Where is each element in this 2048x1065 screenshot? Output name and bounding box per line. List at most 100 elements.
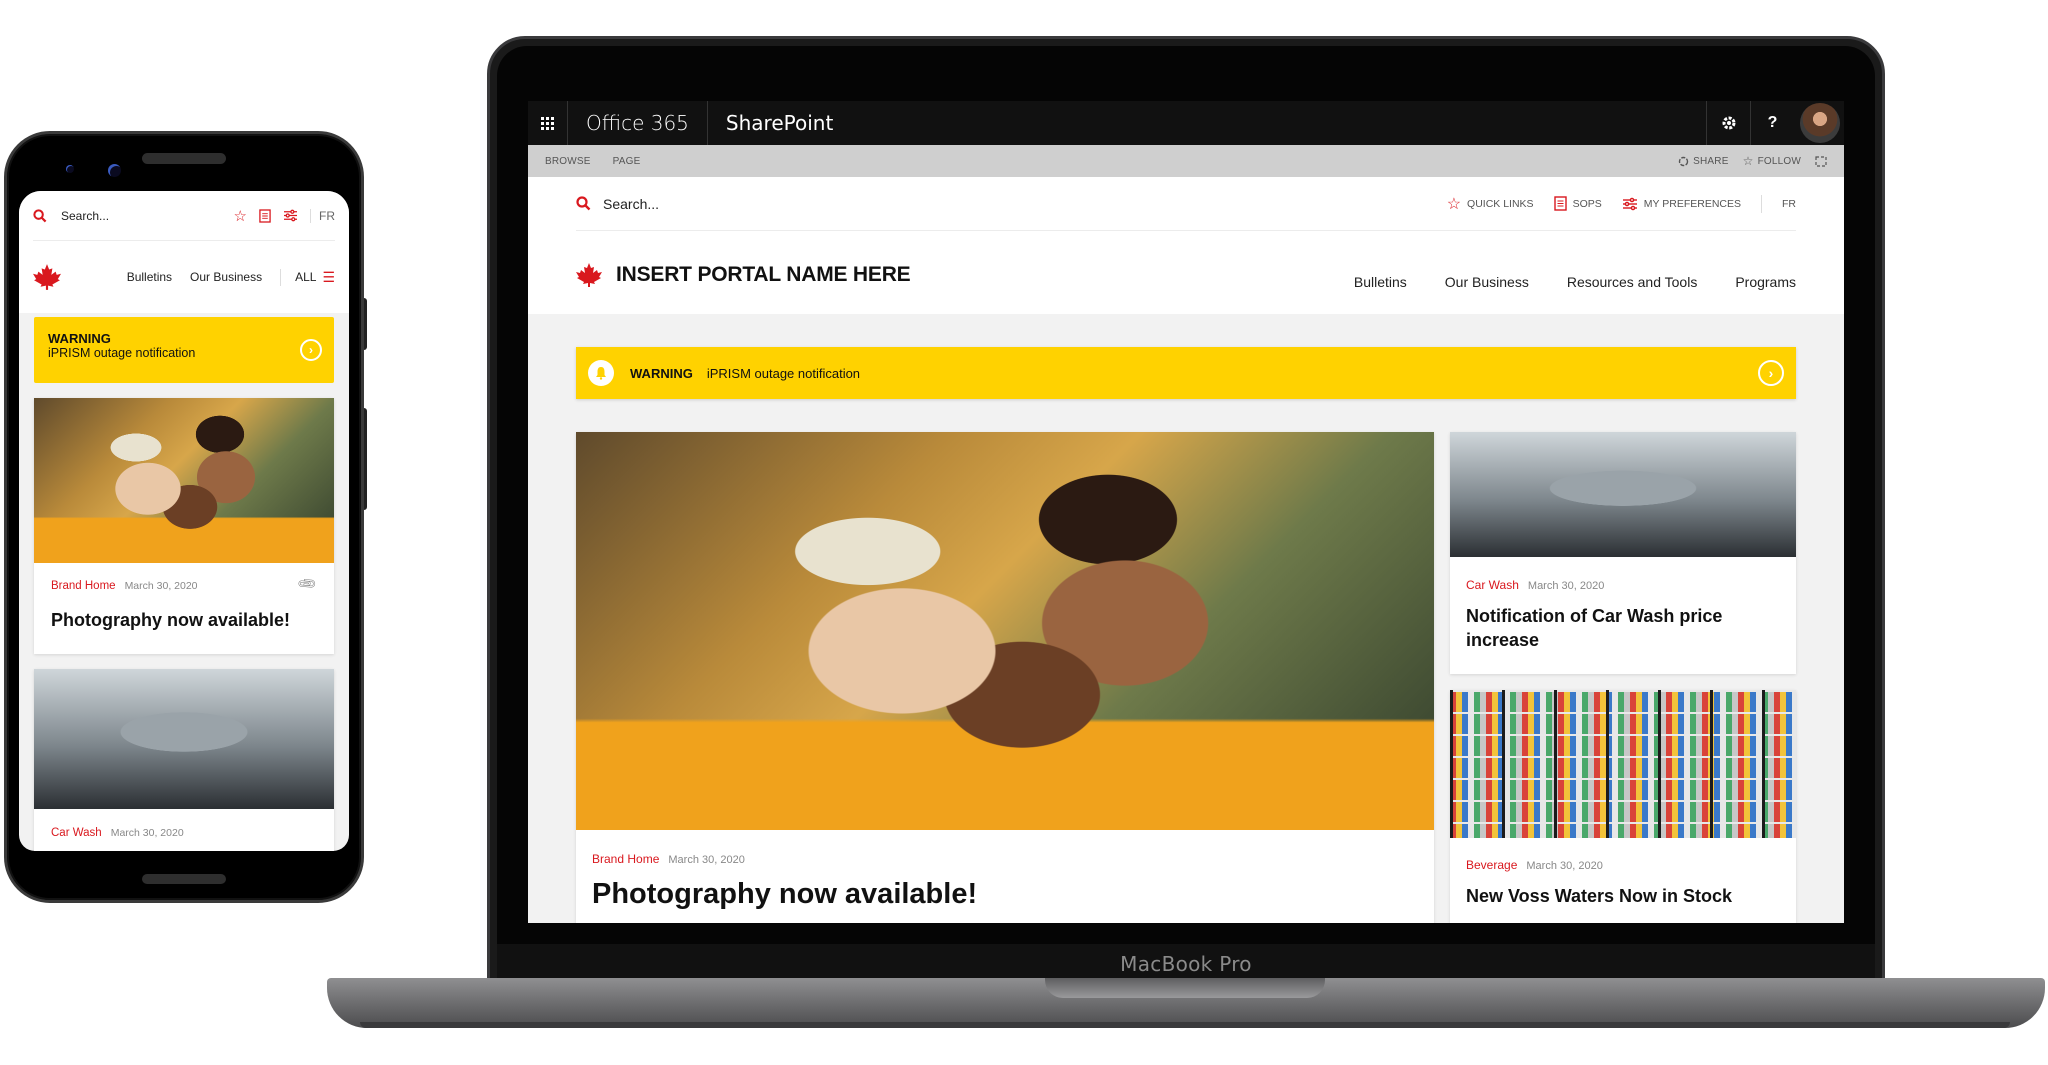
utility-bar: Search... ☆ QUICK LINKS SOPS MY PREFEREN… xyxy=(576,177,1796,231)
news-card-featured[interactable]: Brand Home March 30, 2020 Photography no… xyxy=(576,432,1434,923)
nav-our-business[interactable]: Our Business xyxy=(1445,274,1529,290)
phone-search-input[interactable]: Search... xyxy=(61,209,109,223)
o365-suite-bar: Office 365 SharePoint ? xyxy=(528,101,1844,145)
quick-links-label: QUICK LINKS xyxy=(1467,197,1534,210)
hamburger-menu-icon: ☰ xyxy=(322,268,335,285)
card-date: March 30, 2020 xyxy=(1527,580,1605,592)
share-label: SHARE xyxy=(1693,155,1729,167)
phone-bottom-speaker xyxy=(142,874,226,884)
portal-name: INSERT PORTAL NAME HERE xyxy=(616,263,911,286)
ribbon-tab-page[interactable]: PAGE xyxy=(613,156,641,167)
card-date: March 30, 2020 xyxy=(668,854,745,866)
phone-sensor xyxy=(66,165,74,173)
card-meta: Brand Home March 30, 2020 xyxy=(51,580,198,592)
warning-label: WARNING xyxy=(48,331,111,346)
chevron-right-circle-icon[interactable]: › xyxy=(300,339,322,361)
star-icon: ☆ xyxy=(1446,195,1462,213)
card-title[interactable]: Photography now available! xyxy=(51,610,290,631)
card-title[interactable]: Photography now available! xyxy=(592,878,977,911)
warning-banner[interactable]: WARNING iPRISM outage notification › xyxy=(576,347,1796,399)
divider xyxy=(1761,194,1762,213)
card-category[interactable]: Brand Home xyxy=(592,852,659,866)
card-title[interactable]: Notification of Car Wash price increase xyxy=(1466,604,1766,652)
car-wash-photo xyxy=(1450,432,1796,557)
laptop-notch xyxy=(1045,978,1325,998)
share-button[interactable]: SHARE xyxy=(1678,156,1728,167)
follow-button[interactable]: ☆ FOLLOW xyxy=(1743,154,1801,168)
phone-nav-bulletins[interactable]: Bulletins xyxy=(127,270,172,284)
phone-camera xyxy=(108,164,121,177)
phone-news-card[interactable]: Car Wash March 30, 2020 xyxy=(34,669,334,851)
ribbon-tab-browse[interactable]: BROWSE xyxy=(545,156,591,167)
sops-label: SOPS xyxy=(1572,197,1602,210)
card-category[interactable]: Brand Home xyxy=(51,580,116,592)
ribbon-bar: BROWSE PAGE SHARE ☆ FOLLOW xyxy=(528,145,1844,177)
app-launcher-button[interactable] xyxy=(528,101,568,145)
card-category[interactable]: Car Wash xyxy=(51,827,102,839)
document-list-icon xyxy=(1553,196,1567,211)
car-wash-photo xyxy=(34,669,334,809)
maple-leaf-logo-icon xyxy=(576,263,602,287)
share-icon xyxy=(1678,156,1689,166)
all-menu-button[interactable]: ALL ☰ xyxy=(280,268,335,286)
o365-brand-link[interactable]: Office 365 xyxy=(568,101,708,145)
brand-row: INSERT PORTAL NAME HERE Bulletins Our Bu… xyxy=(576,255,1796,295)
phone-warning-banner[interactable]: WARNING iPRISM outage notification › xyxy=(34,317,334,383)
search-icon xyxy=(576,196,591,211)
nav-bulletins[interactable]: Bulletins xyxy=(1354,274,1407,290)
beverage-fridge-photo xyxy=(1450,690,1796,838)
card-meta: Car Wash March 30, 2020 xyxy=(51,827,184,839)
maple-leaf-logo-icon xyxy=(33,264,61,290)
card-meta: Car Wash March 30, 2020 xyxy=(1466,578,1604,592)
all-label: ALL xyxy=(295,270,317,284)
chevron-right-circle-icon[interactable]: › xyxy=(1758,360,1784,386)
quick-links-button[interactable]: ☆ QUICK LINKS xyxy=(1447,194,1534,214)
phone-speaker xyxy=(142,153,226,164)
app-launcher-icon xyxy=(541,116,554,130)
phone-screen: Search... ☆ FR Bulletins Our Business AL… xyxy=(19,191,349,851)
warning-message: iPRISM outage notification xyxy=(48,346,196,360)
sliders-icon[interactable] xyxy=(283,209,298,222)
warning-message: iPRISM outage notification xyxy=(706,365,861,381)
card-category[interactable]: Beverage xyxy=(1466,858,1517,872)
star-icon[interactable]: ☆ xyxy=(234,207,247,225)
sharepoint-app-link[interactable]: SharePoint xyxy=(708,111,851,135)
laptop-screen: Office 365 SharePoint ? BROWSE PAGE SHAR… xyxy=(528,101,1844,923)
follow-label: FOLLOW xyxy=(1757,155,1801,167)
user-avatar[interactable] xyxy=(1800,103,1840,143)
help-button[interactable]: ? xyxy=(1750,101,1794,145)
news-card[interactable]: Beverage March 30, 2020 New Voss Waters … xyxy=(1450,690,1796,923)
card-category[interactable]: Car Wash xyxy=(1466,578,1519,592)
phone-nav-our-business[interactable]: Our Business xyxy=(190,270,262,284)
search-input[interactable]: Search... xyxy=(603,196,659,212)
card-date: March 30, 2020 xyxy=(110,827,184,839)
phone-utility-bar: Search... ☆ FR xyxy=(33,191,335,241)
nav-programs[interactable]: Programs xyxy=(1735,274,1796,290)
laptop-foot xyxy=(360,1022,2010,1028)
my-preferences-button[interactable]: MY PREFERENCES xyxy=(1622,197,1741,211)
language-toggle[interactable]: FR xyxy=(1782,198,1796,210)
laptop-model-label: MacBook Pro xyxy=(1120,952,1252,976)
fullscreen-icon xyxy=(1815,155,1827,167)
nav-resources-and-tools[interactable]: Resources and Tools xyxy=(1567,274,1697,290)
phone-news-card[interactable]: Brand Home March 30, 2020 📎︎ Photography… xyxy=(34,398,334,654)
settings-button[interactable] xyxy=(1706,101,1750,145)
sliders-icon xyxy=(1622,197,1637,210)
main-nav: Bulletins Our Business Resources and Too… xyxy=(1354,260,1796,290)
family-photo xyxy=(34,398,334,563)
document-list-icon[interactable] xyxy=(259,208,271,223)
paperclip-attachment-icon: 📎︎ xyxy=(296,572,319,595)
card-date: March 30, 2020 xyxy=(124,580,198,592)
my-preferences-label: MY PREFERENCES xyxy=(1643,197,1741,210)
search-box[interactable]: Search... xyxy=(576,196,659,212)
sops-button[interactable]: SOPS xyxy=(1553,196,1602,211)
phone-language-toggle[interactable]: FR xyxy=(310,208,335,223)
phone-nav: Bulletins Our Business ALL ☰ xyxy=(33,259,335,295)
card-date: March 30, 2020 xyxy=(1526,860,1603,872)
card-title[interactable]: New Voss Waters Now in Stock xyxy=(1466,886,1732,907)
bell-icon xyxy=(588,360,614,386)
site-header: Search... ☆ QUICK LINKS SOPS MY PREFEREN… xyxy=(528,177,1844,314)
phone-header: Search... ☆ FR Bulletins Our Business AL… xyxy=(19,191,349,313)
news-card[interactable]: Car Wash March 30, 2020 Notification of … xyxy=(1450,432,1796,674)
focus-mode-button[interactable] xyxy=(1815,155,1827,167)
